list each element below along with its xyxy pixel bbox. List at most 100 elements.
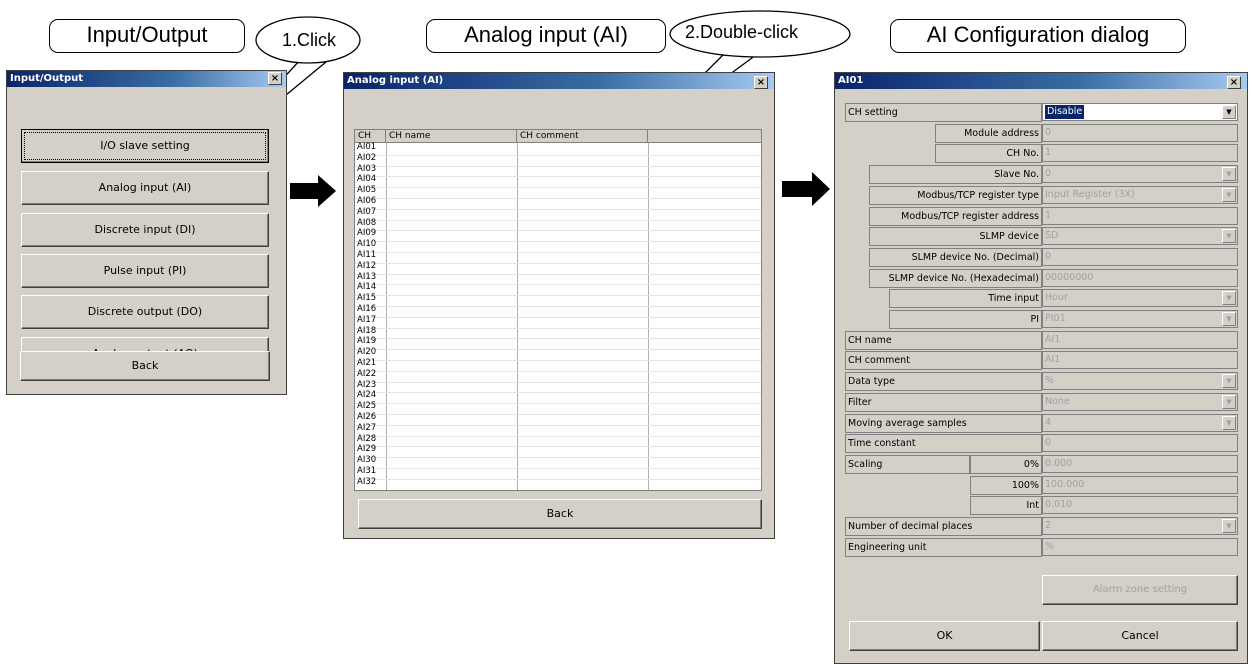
row-channel-label: AI10: [357, 239, 377, 250]
filter-value: None: [1045, 395, 1070, 407]
slmp-device-select[interactable]: SD ▼: [1042, 227, 1238, 246]
chevron-down-icon[interactable]: ▼: [1222, 415, 1236, 430]
chevron-down-icon[interactable]: ▼: [1222, 167, 1236, 182]
arrow-1: [290, 175, 336, 207]
cancel-button[interactable]: Cancel: [1042, 621, 1238, 651]
row-channel-label: AI29: [357, 444, 377, 455]
pulse-input-button[interactable]: Pulse input (PI): [21, 254, 269, 288]
slave-no-value: 0: [1045, 168, 1052, 180]
chevron-down-icon[interactable]: ▼: [1222, 229, 1236, 244]
slmp-device-no-decimal-label: SLMP device No. (Decimal): [869, 247, 1042, 267]
row-channel-label: AI22: [357, 368, 377, 379]
scaling-0-percent-label: 0%: [970, 454, 1042, 474]
ai-back-button[interactable]: Back: [358, 499, 762, 529]
callout-2-text: 2.Double-click: [685, 22, 799, 42]
module-address-field[interactable]: 0: [1042, 123, 1238, 142]
chevron-down-icon[interactable]: ▼: [1222, 519, 1236, 533]
chevron-down-icon[interactable]: ▼: [1222, 374, 1236, 389]
modbus-register-type-value: Input Register (3X): [1045, 188, 1135, 200]
moving-average-samples-label: Moving average samples: [845, 413, 1042, 433]
slmp-device-no-hex-label: SLMP device No. (Hexadecimal): [869, 268, 1042, 288]
engineering-unit-value: %: [1045, 540, 1055, 552]
decimal-places-select[interactable]: 2 ▼: [1042, 517, 1238, 535]
analog-input-window: Analog input (AI) × CH CH name CH commen…: [343, 72, 775, 539]
ch-setting-label: CH setting: [845, 103, 1042, 122]
ok-button[interactable]: OK: [849, 621, 1040, 651]
chevron-down-icon[interactable]: ▼: [1222, 291, 1236, 306]
row-channel-label: AI01: [357, 142, 377, 152]
ch-no-field[interactable]: 1: [1042, 144, 1238, 163]
modbus-register-address-value: 1: [1045, 209, 1052, 221]
pi-label: PI: [889, 310, 1042, 329]
filter-select[interactable]: None ▼: [1042, 392, 1238, 411]
column-header-ch-comment: CH comment: [517, 130, 648, 143]
moving-average-samples-select[interactable]: 4 ▼: [1042, 413, 1238, 432]
data-type-select[interactable]: % ▼: [1042, 372, 1238, 391]
row-channel-label: AI31: [357, 466, 377, 476]
scaling-100-percent-value: 100.000: [1045, 478, 1085, 490]
row-channel-label: AI12: [357, 260, 377, 271]
pi-select[interactable]: PI01 ▼: [1042, 310, 1238, 328]
time-input-select[interactable]: Hour ▼: [1042, 289, 1238, 308]
modbus-register-address-field[interactable]: 1: [1042, 206, 1238, 225]
arrow-2: [782, 172, 830, 206]
ch-setting-value: Disable: [1045, 105, 1085, 119]
slmp-device-no-decimal-value: 0: [1045, 250, 1052, 262]
ai-config-titlebar: AI01: [835, 73, 1247, 89]
ai-channel-table[interactable]: CH CH name CH comment AI01 AI02 AI03 AI04 AI…: [354, 129, 762, 491]
ch-comment-value: AI1: [1045, 354, 1061, 366]
time-constant-field[interactable]: 0: [1042, 434, 1238, 453]
row-channel-label: AI20: [357, 347, 377, 358]
row-channel-label: AI04: [357, 174, 377, 185]
scaling-0-percent-field[interactable]: 0.000: [1042, 454, 1238, 473]
row-channel-label: AI08: [357, 217, 377, 228]
time-constant-value: 0: [1045, 437, 1052, 449]
io-window-titlebar: Input/Output: [7, 71, 286, 87]
chevron-down-icon[interactable]: ▼: [1222, 187, 1236, 202]
modbus-register-type-select[interactable]: Input Register (3X) ▼: [1042, 185, 1238, 204]
callout-1-text: 1.Click: [282, 30, 337, 50]
table-row[interactable]: AI32: [355, 478, 761, 490]
row-channel-label: AI09: [357, 228, 377, 239]
io-slave-setting-button[interactable]: I/O slave setting: [21, 129, 269, 163]
analog-input-button[interactable]: Analog input (AI): [21, 171, 269, 205]
close-icon[interactable]: ×: [268, 72, 282, 85]
chevron-down-icon[interactable]: ▼: [1222, 105, 1236, 119]
ch-name-field[interactable]: AI1: [1042, 330, 1238, 349]
chevron-down-icon[interactable]: ▼: [1222, 394, 1236, 409]
row-channel-label: AI24: [357, 390, 377, 401]
ch-setting-select[interactable]: Disable ▼: [1042, 103, 1238, 121]
discrete-input-button[interactable]: Discrete input (DI): [21, 213, 269, 247]
time-input-label: Time input: [889, 289, 1042, 309]
scaling-int-field[interactable]: 0.010: [1042, 496, 1238, 515]
ch-comment-field[interactable]: AI1: [1042, 351, 1238, 370]
scaling-label: Scaling: [845, 454, 970, 474]
slave-no-select[interactable]: 0 ▼: [1042, 165, 1238, 184]
io-back-button[interactable]: Back: [20, 351, 270, 381]
slave-no-label: Slave No.: [869, 165, 1042, 185]
ch-name-value: AI1: [1045, 333, 1061, 345]
ch-comment-label: CH comment: [845, 351, 1042, 371]
row-channel-label: AI21: [357, 358, 377, 368]
filter-label: Filter: [845, 392, 1042, 412]
engineering-unit-field[interactable]: %: [1042, 537, 1238, 556]
row-channel-label: AI03: [357, 163, 377, 174]
chevron-down-icon[interactable]: ▼: [1222, 312, 1236, 326]
slmp-device-label: SLMP device: [869, 227, 1042, 247]
module-address-label: Module address: [935, 123, 1042, 143]
close-icon[interactable]: ×: [1227, 76, 1241, 89]
row-channel-label: AI15: [357, 293, 377, 304]
slmp-device-no-decimal-field[interactable]: 0: [1042, 247, 1238, 266]
modbus-register-type-label: Modbus/TCP register type: [869, 185, 1042, 205]
data-type-label: Data type: [845, 372, 1042, 392]
row-channel-label: AI14: [357, 282, 377, 293]
slmp-device-no-hex-field[interactable]: 00000000: [1042, 268, 1238, 287]
close-icon[interactable]: ×: [754, 76, 768, 89]
alarm-zone-setting-button[interactable]: Alarm zone setting: [1042, 575, 1238, 605]
discrete-output-button[interactable]: Discrete output (DO): [21, 295, 269, 329]
scaling-100-percent-field[interactable]: 100.000: [1042, 475, 1238, 494]
module-address-value: 0: [1045, 126, 1052, 138]
row-channel-label: AI16: [357, 304, 377, 314]
data-type-value: %: [1045, 375, 1055, 387]
row-channel-label: AI18: [357, 325, 377, 336]
